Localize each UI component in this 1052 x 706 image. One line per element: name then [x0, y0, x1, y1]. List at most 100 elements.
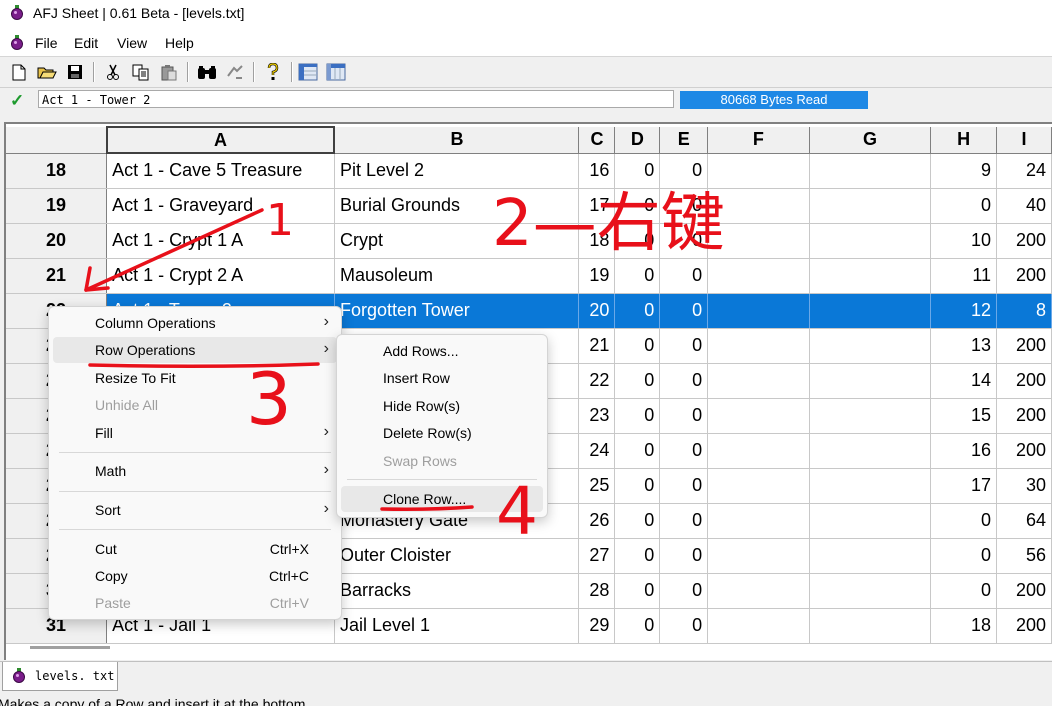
- cell-f[interactable]: [707, 433, 810, 469]
- cell-b[interactable]: Crypt: [334, 223, 580, 259]
- cell-f[interactable]: [707, 468, 810, 504]
- cell-c[interactable]: 20: [578, 293, 616, 329]
- cell-b[interactable]: Forgotten Tower: [334, 293, 580, 329]
- cell-f[interactable]: [707, 573, 810, 609]
- cell-h[interactable]: 13: [930, 328, 998, 364]
- cell-c[interactable]: 28: [578, 573, 616, 609]
- cell-c[interactable]: 21: [578, 328, 616, 364]
- cell-d[interactable]: 0: [614, 153, 661, 189]
- cell-b[interactable]: Pit Level 2: [334, 153, 580, 189]
- cell-c[interactable]: 23: [578, 398, 616, 434]
- column-header[interactable]: C: [578, 127, 616, 154]
- row-header[interactable]: 21: [6, 258, 108, 294]
- paste-icon[interactable]: [158, 62, 180, 82]
- cell-a[interactable]: Act 1 - Crypt 1 A: [106, 223, 335, 259]
- cell-c[interactable]: 24: [578, 433, 616, 469]
- table-row[interactable]: 18 Act 1 - Cave 5 Treasure Pit Level 2 16 0 0…: [6, 153, 1052, 189]
- row-header[interactable]: 19: [6, 188, 108, 224]
- cell-h[interactable]: 17: [930, 468, 998, 504]
- cell-g[interactable]: [809, 188, 932, 224]
- cell-g[interactable]: [809, 433, 932, 469]
- cell-d[interactable]: 0: [614, 608, 661, 644]
- copy-icon[interactable]: [130, 62, 152, 82]
- cell-i[interactable]: 30: [996, 468, 1052, 504]
- menu-help[interactable]: Help: [165, 35, 194, 51]
- cell-h[interactable]: 0: [930, 188, 998, 224]
- cell-i[interactable]: 200: [996, 608, 1052, 644]
- row-header[interactable]: 18: [6, 153, 108, 189]
- cell-c[interactable]: 26: [578, 503, 616, 539]
- freeze-rows-icon[interactable]: [325, 62, 347, 82]
- column-header[interactable]: A: [105, 126, 336, 154]
- cell-e[interactable]: 0: [659, 573, 709, 609]
- menu-item-swap-rows[interactable]: Swap Rows: [341, 448, 543, 474]
- open-folder-icon[interactable]: [36, 62, 58, 82]
- cell-g[interactable]: [809, 398, 932, 434]
- cell-i[interactable]: 200: [996, 398, 1052, 434]
- cell-a[interactable]: Act 1 - Crypt 2 A: [106, 258, 335, 294]
- cell-g[interactable]: [809, 153, 932, 189]
- cell-e[interactable]: 0: [659, 398, 709, 434]
- cell-h[interactable]: 12: [930, 293, 998, 329]
- cell-d[interactable]: 0: [614, 363, 661, 399]
- cell-c[interactable]: 29: [578, 608, 616, 644]
- menu-edit[interactable]: Edit: [74, 35, 98, 51]
- cell-c[interactable]: 22: [578, 363, 616, 399]
- cell-g[interactable]: [809, 328, 932, 364]
- cell-g[interactable]: [809, 258, 932, 294]
- cell-d[interactable]: 0: [614, 223, 661, 259]
- menu-item-column-operations[interactable]: Column Operations ›: [53, 310, 337, 336]
- cell-d[interactable]: 0: [614, 188, 661, 224]
- cell-e[interactable]: 0: [659, 468, 709, 504]
- cell-h[interactable]: 11: [930, 258, 998, 294]
- find-icon[interactable]: [196, 62, 218, 82]
- cell-d[interactable]: 0: [614, 468, 661, 504]
- cell-b[interactable]: Burial Grounds: [334, 188, 580, 224]
- cell-h[interactable]: 10: [930, 223, 998, 259]
- menu-item-hide-rows[interactable]: Hide Row(s): [341, 393, 543, 419]
- cell-h[interactable]: 15: [930, 398, 998, 434]
- menu-item-add-rows[interactable]: Add Rows...: [341, 338, 543, 364]
- menu-item-paste[interactable]: Paste Ctrl+V: [53, 590, 337, 616]
- document-icon[interactable]: [9, 35, 25, 51]
- column-header[interactable]: G: [809, 127, 932, 154]
- corner-cell[interactable]: [6, 127, 108, 154]
- menu-item-insert-row[interactable]: Insert Row: [341, 365, 543, 391]
- cell-c[interactable]: 16: [578, 153, 616, 189]
- cell-e[interactable]: 0: [659, 258, 709, 294]
- cell-b[interactable]: Outer Cloister: [334, 538, 580, 574]
- cell-f[interactable]: [707, 363, 810, 399]
- column-header[interactable]: F: [707, 127, 810, 154]
- cell-e[interactable]: 0: [659, 363, 709, 399]
- column-header[interactable]: D: [614, 127, 661, 154]
- row-header[interactable]: 20: [6, 223, 108, 259]
- cell-g[interactable]: [809, 223, 932, 259]
- cell-f[interactable]: [707, 503, 810, 539]
- cell-f[interactable]: [707, 223, 810, 259]
- menu-item-resize-to-fit[interactable]: Resize To Fit: [53, 365, 337, 391]
- cell-h[interactable]: 0: [930, 503, 998, 539]
- cell-f[interactable]: [707, 258, 810, 294]
- column-header[interactable]: E: [659, 127, 709, 154]
- cell-f[interactable]: [707, 538, 810, 574]
- cell-c[interactable]: 25: [578, 468, 616, 504]
- cell-i[interactable]: 200: [996, 328, 1052, 364]
- menu-item-fill[interactable]: Fill ›: [53, 420, 337, 446]
- column-header[interactable]: I: [996, 127, 1052, 154]
- cell-i[interactable]: 200: [996, 258, 1052, 294]
- cell-g[interactable]: [809, 608, 932, 644]
- cell-b[interactable]: Jail Level 1: [334, 608, 580, 644]
- cell-a[interactable]: Act 1 - Cave 5 Treasure: [106, 153, 335, 189]
- cell-e[interactable]: 0: [659, 538, 709, 574]
- menu-item-unhide-all[interactable]: Unhide All: [53, 392, 337, 418]
- checkmark-icon[interactable]: ✓: [10, 91, 24, 111]
- cell-a[interactable]: Act 1 - Graveyard: [106, 188, 335, 224]
- cell-d[interactable]: 0: [614, 328, 661, 364]
- menu-item-clone-row[interactable]: Clone Row....: [341, 486, 543, 512]
- cell-g[interactable]: [809, 573, 932, 609]
- table-row[interactable]: 19 Act 1 - Graveyard Burial Grounds 17 0 0 0 40: [6, 188, 1052, 224]
- horizontal-scrollbar[interactable]: [30, 646, 110, 649]
- freeze-columns-icon[interactable]: [297, 62, 319, 82]
- menu-item-row-operations[interactable]: Row Operations ›: [53, 337, 337, 363]
- menu-item-delete-rows[interactable]: Delete Row(s): [341, 420, 543, 446]
